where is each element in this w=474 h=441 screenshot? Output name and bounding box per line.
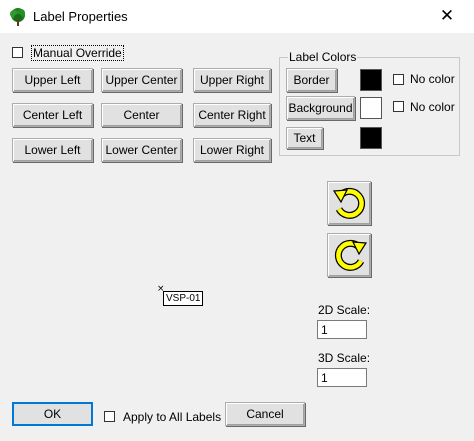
label-colors-title: Label Colors xyxy=(288,50,358,64)
close-icon: ✕ xyxy=(439,6,455,26)
cancel-button[interactable]: Cancel xyxy=(225,402,305,426)
upper-right-button[interactable]: Upper Right xyxy=(193,68,271,92)
lower-left-button[interactable]: Lower Left xyxy=(12,138,93,162)
apply-all-labels-checkbox[interactable] xyxy=(104,411,115,422)
manual-override-checkbox[interactable] xyxy=(12,47,23,58)
center-left-button[interactable]: Center Left xyxy=(12,103,93,127)
tree-icon xyxy=(8,7,28,27)
background-color-button[interactable]: Background xyxy=(286,96,355,120)
background-color-swatch xyxy=(360,97,382,119)
text-color-swatch xyxy=(360,127,382,149)
background-no-color-label: No color xyxy=(410,100,455,114)
border-color-swatch xyxy=(360,69,382,91)
background-no-color-checkbox[interactable] xyxy=(393,101,404,112)
title-bar: Label Properties ✕ xyxy=(0,0,474,33)
close-button[interactable]: ✕ xyxy=(432,2,462,30)
lower-center-button[interactable]: Lower Center xyxy=(101,138,182,162)
scale-2d-field[interactable] xyxy=(317,320,367,339)
rotate-clockwise-icon xyxy=(334,239,368,271)
center-button[interactable]: Center xyxy=(101,103,182,127)
rotate-counterclockwise-button[interactable] xyxy=(327,181,371,225)
border-no-color-label: No color xyxy=(410,72,455,86)
label-properties-dialog: Label Properties ✕ Manual Override Upper… xyxy=(0,0,474,441)
scale-3d-label: 3D Scale: xyxy=(318,351,371,365)
upper-left-button[interactable]: Upper Left xyxy=(12,68,93,92)
label-preview[interactable]: VSP-01 xyxy=(163,291,204,306)
upper-center-button[interactable]: Upper Center xyxy=(101,68,182,92)
scale-3d-field[interactable] xyxy=(317,368,367,387)
window-title: Label Properties xyxy=(33,9,128,24)
rotate-clockwise-button[interactable] xyxy=(327,233,371,277)
manual-override-label[interactable]: Manual Override xyxy=(31,45,124,61)
ok-button[interactable]: OK xyxy=(12,402,93,426)
center-right-button[interactable]: Center Right xyxy=(193,103,271,127)
border-color-button[interactable]: Border xyxy=(286,68,337,92)
text-color-button[interactable]: Text xyxy=(286,127,323,149)
lower-right-button[interactable]: Lower Right xyxy=(193,138,271,162)
apply-all-labels-label: Apply to All Labels xyxy=(123,410,222,424)
scale-2d-label: 2D Scale: xyxy=(318,303,371,317)
border-no-color-checkbox[interactable] xyxy=(393,74,404,85)
rotate-counterclockwise-icon xyxy=(332,187,366,219)
